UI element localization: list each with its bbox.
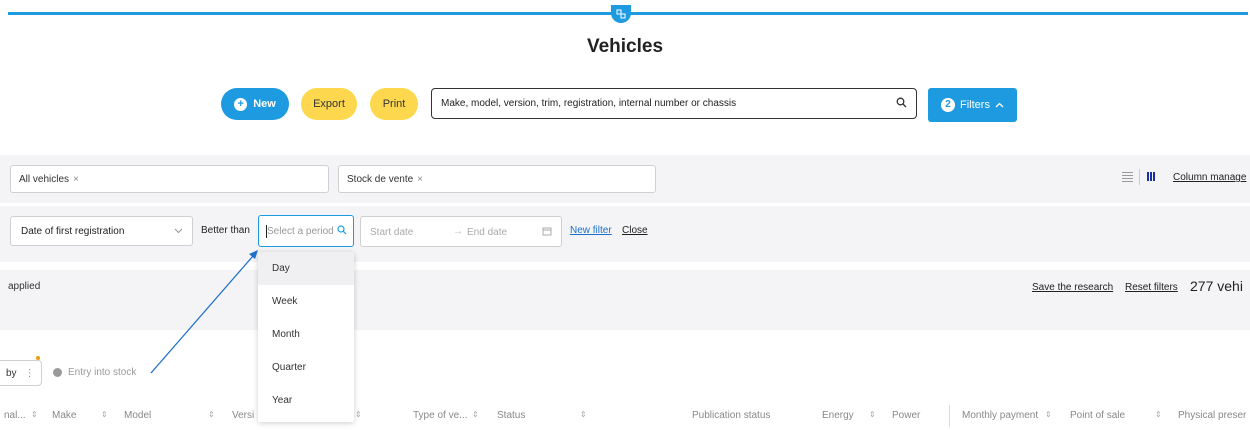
applied-text: applied [8, 281, 41, 292]
sort-by-button[interactable]: by ⋮ [0, 360, 42, 386]
new-filter-link[interactable]: New filter [570, 225, 612, 236]
sort-by-label: by [6, 367, 17, 379]
search-placeholder: Make, model, version, trim, registration… [441, 98, 737, 109]
period-dropdown: Day Week Month Quarter Year [258, 252, 354, 422]
search-icon[interactable] [896, 97, 907, 111]
entry-into-stock-label: Entry into stock [68, 367, 137, 378]
new-button[interactable]: + New [221, 88, 289, 120]
saved-filter-stock-de-vente[interactable]: Stock de vente × [338, 165, 656, 193]
saved-filter-label: All vehicles [19, 173, 70, 185]
results-band [0, 270, 1250, 330]
sort-icon[interactable]: ⇕ [472, 410, 479, 419]
sort-icon[interactable]: ⇕ [1155, 410, 1162, 419]
sort-icon[interactable]: ⇕ [208, 410, 215, 419]
more-options-icon[interactable]: ⋮ [25, 368, 35, 379]
column-header[interactable]: Physical preser [1178, 410, 1246, 421]
column-header[interactable]: Versi [232, 410, 254, 421]
view-divider [1139, 169, 1140, 185]
column-view-icon[interactable] [1147, 172, 1155, 181]
sort-icon[interactable]: ⇕ [1045, 410, 1052, 419]
new-button-label: New [253, 98, 276, 110]
reset-filters-link[interactable]: Reset filters [1125, 282, 1178, 293]
column-header[interactable]: Point of sale [1070, 410, 1125, 421]
filters-button-label: Filters [960, 99, 990, 111]
chevron-up-icon [995, 99, 1004, 111]
date-range-picker[interactable]: Start date → End date [360, 216, 562, 247]
saved-filter-label: Stock de vente [347, 173, 414, 185]
close-filters-link[interactable]: Close [622, 225, 648, 236]
sort-icon[interactable]: ⇕ [580, 410, 587, 419]
sort-icon[interactable]: ⇕ [869, 410, 876, 419]
period-option-day[interactable]: Day [258, 252, 354, 285]
filter-field-value: Date of first registration [21, 225, 125, 237]
period-option-month[interactable]: Month [258, 318, 354, 351]
filter-field-select[interactable]: Date of first registration [10, 216, 193, 246]
period-option-year[interactable]: Year [258, 384, 354, 417]
start-date-placeholder: Start date [370, 227, 414, 238]
column-header[interactable]: Power [892, 410, 920, 421]
sort-icon[interactable]: ⇕ [101, 410, 108, 419]
notification-dot [36, 356, 40, 360]
column-header[interactable]: Energy [822, 410, 854, 421]
filters-button[interactable]: 2 Filters [928, 88, 1017, 122]
column-header[interactable]: Make [52, 410, 76, 421]
page-title: Vehicles [586, 36, 664, 57]
list-view-icon[interactable] [1122, 172, 1133, 182]
end-date-placeholder: End date [467, 227, 508, 238]
column-header[interactable]: Model [124, 410, 151, 421]
calendar-icon [542, 226, 552, 239]
remove-filter-icon[interactable]: × [417, 174, 423, 185]
search-icon [337, 225, 347, 238]
column-header[interactable]: nal... [4, 410, 26, 421]
entry-into-stock-sort[interactable]: Entry into stock [53, 367, 136, 378]
filters-count-badge: 2 [941, 98, 956, 112]
column-header[interactable]: Status [497, 410, 525, 421]
period-select-input[interactable]: Select a period [258, 215, 354, 247]
save-research-link[interactable]: Save the research [1032, 282, 1113, 293]
period-option-quarter[interactable]: Quarter [258, 351, 354, 384]
sort-icon[interactable]: ⇕ [355, 410, 362, 419]
search-input[interactable]: Make, model, version, trim, registration… [431, 88, 917, 119]
sort-icon[interactable]: ⇕ [31, 410, 38, 419]
saved-filter-all-vehicles[interactable]: All vehicles × [10, 165, 329, 193]
switch-app-icon[interactable] [611, 5, 631, 23]
text-caret [266, 225, 267, 238]
column-divider [949, 405, 950, 427]
column-header[interactable]: Publication status [692, 410, 770, 421]
filter-operator-label: Better than [201, 225, 250, 236]
export-button[interactable]: Export [301, 88, 357, 120]
circle-icon [53, 368, 62, 377]
column-manage-link[interactable]: Column manage [1173, 172, 1246, 183]
column-header[interactable]: Monthly payment [962, 410, 1038, 421]
print-button[interactable]: Print [370, 88, 418, 120]
period-placeholder: Select a period [267, 225, 334, 237]
period-option-week[interactable]: Week [258, 285, 354, 318]
remove-filter-icon[interactable]: × [73, 174, 79, 185]
plus-icon: + [234, 97, 248, 111]
arrow-right-icon: → [453, 226, 463, 237]
chevron-down-icon [174, 226, 183, 237]
column-header[interactable]: Type of ve... [413, 410, 467, 421]
vehicle-count: 277 vehi [1190, 278, 1243, 294]
